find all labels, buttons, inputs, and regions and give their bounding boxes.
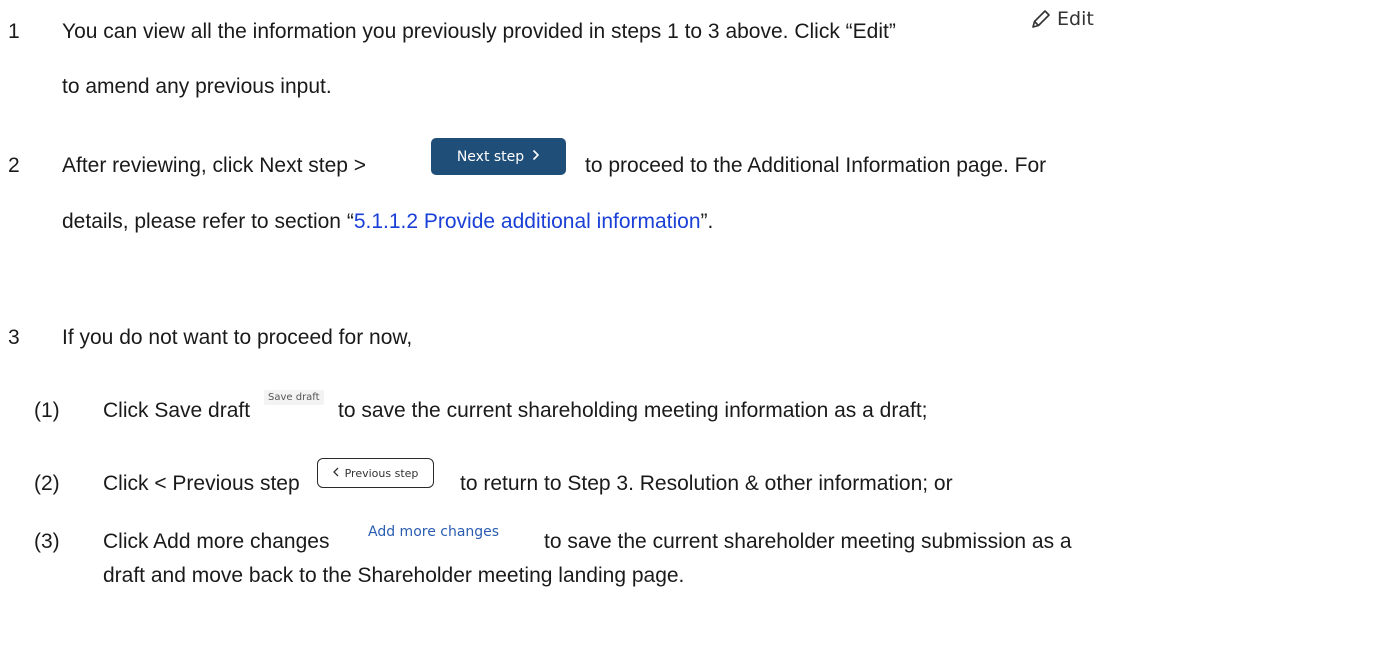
substep-3-text-before: Click Add more changes [103, 530, 330, 553]
edit-button[interactable]: Edit [1030, 8, 1094, 30]
step-2-number: 2 [8, 154, 20, 177]
substep-3-text-line2: draft and move back to the Shareholder m… [103, 564, 685, 587]
substep-2-text-before: Click < Previous step [103, 472, 300, 495]
add-more-changes-button[interactable]: Add more changes [368, 524, 499, 540]
save-draft-button[interactable]: Save draft [264, 390, 324, 405]
next-step-button-label: Next step [456, 148, 525, 165]
step-2-line2-after: ”. [700, 210, 714, 233]
edit-button-label: Edit [1057, 8, 1094, 30]
substep-2-marker: (2) [34, 472, 60, 495]
step-3-intro: If you do not want to proceed for now, [62, 326, 413, 349]
section-link[interactable]: 5.1.1.2 Provide additional information [354, 210, 701, 233]
substep-3-text-after: to save the current shareholder meeting … [544, 530, 1072, 553]
step-2-text-line2: details, please refer to section “5.1.1.… [62, 209, 713, 235]
substep-1-text-before: Click Save draft [103, 399, 251, 422]
step-2-text-before-button: After reviewing, click Next step > [62, 154, 367, 177]
substep-1-text-after: to save the current shareholding meeting… [338, 399, 928, 422]
substep-3-marker: (3) [34, 530, 60, 553]
next-step-button[interactable]: Next step [431, 138, 566, 175]
chevron-right-icon [532, 149, 540, 165]
substep-1-marker: (1) [34, 399, 60, 422]
step-3-number: 3 [8, 326, 20, 349]
step-1-text-line2: to amend any previous input. [62, 75, 332, 98]
step-2-line2-before: details, please refer to section “ [62, 210, 354, 233]
step-1-text-line1: You can view all the information you pre… [62, 20, 896, 43]
previous-step-button-label: Previous step [344, 466, 419, 480]
chevron-left-icon [332, 467, 339, 480]
pencil-icon [1030, 8, 1052, 30]
step-1-number: 1 [8, 20, 20, 43]
step-2-text-after-button: to proceed to the Additional Information… [585, 154, 1047, 177]
previous-step-button[interactable]: Previous step [317, 458, 434, 488]
substep-2-text-after: to return to Step 3. Resolution & other … [460, 472, 953, 495]
